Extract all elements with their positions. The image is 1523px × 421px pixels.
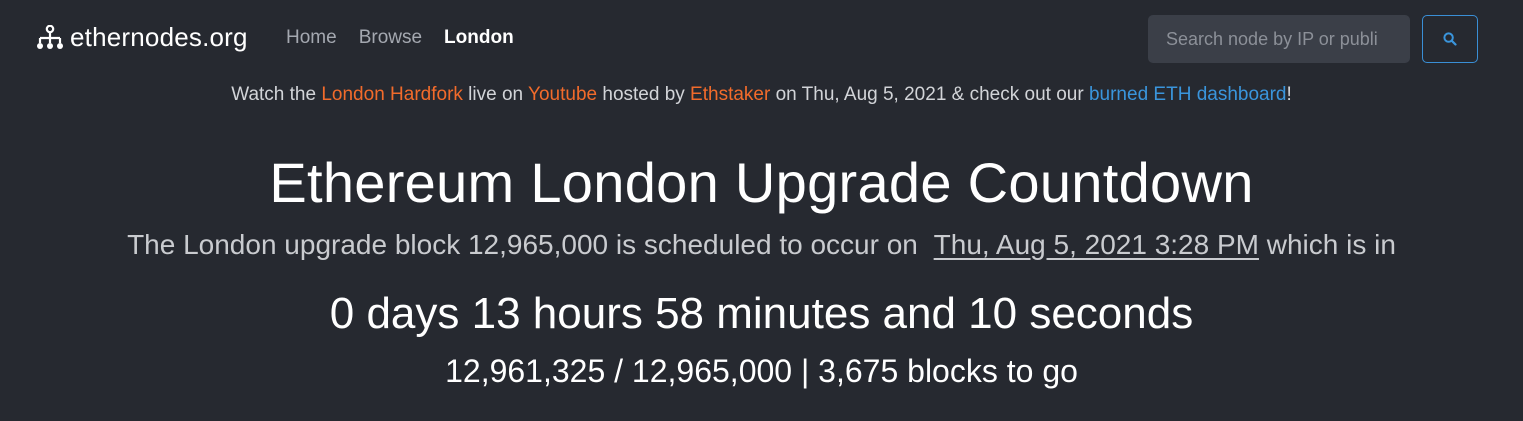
nav-links: Home Browse London xyxy=(286,27,514,49)
network-nodes-icon xyxy=(37,24,63,49)
blocks-progress: 12,961,325 / 12,965,000 | 3,675 blocks t… xyxy=(445,353,1078,389)
nav-home-link[interactable]: Home xyxy=(286,27,337,49)
subtitle-suffix: which is in xyxy=(1258,229,1396,260)
announcement-text-2: live on xyxy=(462,84,529,105)
youtube-link[interactable]: Youtube xyxy=(528,84,597,105)
announcement-bar: Watch the London Hardfork live on Youtub… xyxy=(0,84,1523,106)
upgrade-schedule-text: The London upgrade block 12,965,000 is s… xyxy=(0,229,1523,261)
announcement-text-4: on Thu, Aug 5, 2021 & check out our xyxy=(770,84,1089,105)
burned-eth-dashboard-link[interactable]: burned ETH dashboard xyxy=(1089,84,1287,105)
brand-name: ethernodes.org xyxy=(70,22,248,52)
search-input[interactable] xyxy=(1148,15,1410,63)
search-button[interactable] xyxy=(1422,15,1478,63)
upgrade-date-link[interactable]: Thu, Aug 5, 2021 3:28 PM xyxy=(934,229,1259,260)
nav-browse-link[interactable]: Browse xyxy=(359,27,422,49)
subtitle-prefix: The London upgrade block 12,965,000 is s… xyxy=(127,229,926,260)
page-title: Ethereum London Upgrade Countdown xyxy=(269,151,1254,214)
search-icon xyxy=(1443,32,1457,46)
announcement-text-1: Watch the xyxy=(231,84,322,105)
ethstaker-link[interactable]: Ethstaker xyxy=(690,84,770,105)
london-hardfork-link[interactable]: London Hardfork xyxy=(321,84,463,105)
announcement-text-3: hosted by xyxy=(597,84,691,105)
countdown-timer: 0 days 13 hours 58 minutes and 10 second… xyxy=(329,289,1194,338)
announcement-text-5: ! xyxy=(1286,84,1292,105)
navbar: ethernodes.org Home Browse London xyxy=(0,0,1523,78)
brand-link[interactable]: ethernodes.org xyxy=(36,22,248,53)
nav-london-link[interactable]: London xyxy=(444,27,514,49)
